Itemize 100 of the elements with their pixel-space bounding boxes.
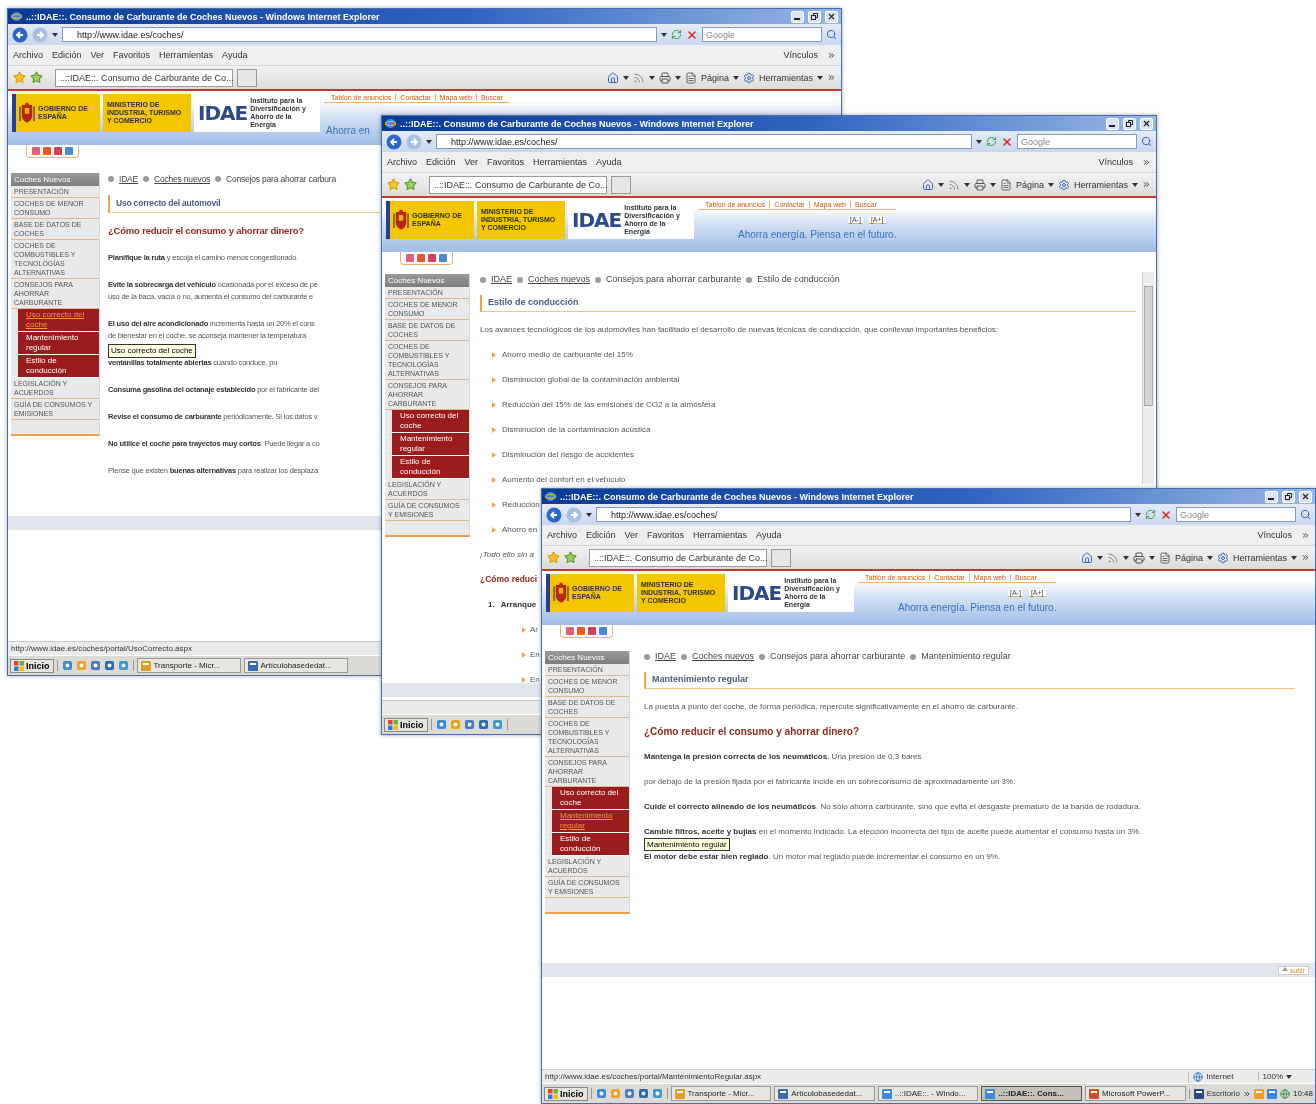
caret-icon[interactable] xyxy=(1148,555,1155,560)
quick-launch-icon[interactable] xyxy=(103,660,115,671)
address-field[interactable]: http://www.idae.es/coches/ xyxy=(62,27,657,42)
breadcrumb-item[interactable]: Consejos para ahorrar carburante xyxy=(606,274,742,285)
menu-item[interactable]: Edición xyxy=(586,530,616,540)
caret-icon[interactable] xyxy=(989,182,996,187)
caret-icon[interactable] xyxy=(1291,555,1297,560)
menu-item[interactable]: Edición xyxy=(426,157,456,167)
quick-launch-icon[interactable] xyxy=(435,719,447,730)
address-field[interactable]: http://www.idae.es/coches/ xyxy=(596,507,1131,522)
quick-launch-icon[interactable] xyxy=(89,660,101,671)
links-label[interactable]: Vínculos xyxy=(1098,157,1133,167)
caret-icon[interactable] xyxy=(622,75,629,80)
search-field[interactable]: Google xyxy=(1176,507,1296,522)
links-label[interactable]: Vínculos xyxy=(783,50,818,60)
address-field[interactable]: http://www.idae.es/coches/ xyxy=(436,134,972,149)
breadcrumb-link[interactable]: IDAE xyxy=(655,651,676,662)
sidebar-subitem[interactable]: Mantenimiento regular xyxy=(392,433,469,456)
breadcrumb-link[interactable]: IDAE xyxy=(119,173,139,185)
restore-button[interactable] xyxy=(1282,490,1295,503)
back-icon[interactable] xyxy=(546,506,562,523)
search-icon[interactable] xyxy=(1141,136,1152,147)
breadcrumb-link[interactable]: IDAE xyxy=(491,274,512,285)
caret-icon[interactable] xyxy=(426,139,432,144)
caret-icon[interactable] xyxy=(674,75,681,80)
new-tab-button[interactable] xyxy=(771,548,791,567)
menu-item[interactable]: Ayuda xyxy=(756,530,782,540)
caret-icon[interactable] xyxy=(1047,182,1054,187)
start-button[interactable]: Inicio xyxy=(10,658,54,673)
breadcrumb-item[interactable]: Mantenimiento regular xyxy=(921,651,1011,662)
print-icon[interactable] xyxy=(1132,551,1145,564)
add-favorite-icon[interactable] xyxy=(564,551,577,564)
caret-icon[interactable] xyxy=(1122,555,1129,560)
taskbar-item[interactable]: Microsoft PowerP... xyxy=(1085,1086,1186,1101)
breadcrumb-link[interactable]: Coches nuevos xyxy=(528,274,591,285)
sidebar-subitem[interactable]: Uso correcto del coche xyxy=(552,787,629,810)
favorites-star-icon[interactable] xyxy=(387,178,400,191)
refresh-icon[interactable] xyxy=(671,29,682,40)
sidebar-subitem[interactable]: Estilo de conducción xyxy=(18,355,99,378)
menu-item[interactable]: Herramientas xyxy=(533,157,588,167)
menu-item[interactable]: Ver xyxy=(624,530,639,540)
search-field[interactable]: Google xyxy=(1017,134,1137,149)
menu-item[interactable]: Herramientas xyxy=(159,50,214,60)
browser-tab[interactable]: ..::IDAE::. Consumo de Carburante de Co... xyxy=(55,68,233,87)
search-icon[interactable] xyxy=(1300,509,1311,520)
restore-button[interactable] xyxy=(808,10,821,23)
minimize-button[interactable] xyxy=(791,10,804,23)
home-icon[interactable] xyxy=(1080,551,1093,564)
quick-launch-icon[interactable] xyxy=(623,1088,635,1099)
caret-icon[interactable] xyxy=(661,32,667,37)
menu-item[interactable]: Ver xyxy=(90,50,105,60)
taskbar-item[interactable]: Transporte - Micr... xyxy=(670,1086,772,1101)
favorites-star-icon[interactable] xyxy=(13,71,26,84)
caret-icon[interactable] xyxy=(817,75,823,80)
home-icon[interactable] xyxy=(606,71,619,84)
more-icon[interactable] xyxy=(827,50,836,60)
scrollbar[interactable] xyxy=(1142,272,1154,484)
new-tab-button[interactable] xyxy=(611,175,631,194)
taskbar-item[interactable]: Artículobasededat... xyxy=(774,1086,875,1101)
back-icon[interactable] xyxy=(12,26,28,43)
close-button[interactable] xyxy=(1140,117,1153,130)
more-icon[interactable] xyxy=(1301,553,1310,562)
sidebar-subitem[interactable]: Mantenimiento regular xyxy=(552,810,629,833)
sidebar-subitem[interactable]: Estilo de conducción xyxy=(552,833,629,856)
restore-button[interactable] xyxy=(1123,117,1136,130)
caret-icon[interactable] xyxy=(52,32,58,37)
quick-launch-icon[interactable] xyxy=(491,719,503,730)
command-menu[interactable]: Herramientas xyxy=(1073,179,1128,190)
quick-launch-icon[interactable] xyxy=(463,719,475,730)
add-favorite-icon[interactable] xyxy=(30,71,43,84)
menu-item[interactable]: Ver xyxy=(464,157,479,167)
more-icon[interactable] xyxy=(1301,530,1310,540)
menu-item[interactable]: Favoritos xyxy=(113,50,151,60)
close-button[interactable] xyxy=(1299,490,1312,503)
taskbar-item[interactable]: Transporte - Micr... xyxy=(136,658,241,673)
caret-icon[interactable] xyxy=(1286,1074,1292,1079)
minimize-button[interactable] xyxy=(1106,117,1119,130)
breadcrumb-item[interactable]: Estilo de conducción xyxy=(757,274,840,285)
command-menu[interactable]: Herramientas xyxy=(1232,552,1287,563)
caret-icon[interactable] xyxy=(1135,512,1141,517)
menu-item[interactable]: Herramientas xyxy=(693,530,748,540)
quick-launch-icon[interactable] xyxy=(651,1088,663,1099)
menu-item[interactable]: Ayuda xyxy=(222,50,248,60)
caret-icon[interactable] xyxy=(732,75,739,80)
browser-tab[interactable]: ..::IDAE::. Consumo de Carburante de Co... xyxy=(429,175,607,194)
command-menu[interactable]: Herramientas xyxy=(758,72,813,83)
quick-launch-icon[interactable] xyxy=(595,1088,607,1099)
print-icon[interactable] xyxy=(973,178,986,191)
links-label[interactable]: Vínculos xyxy=(1257,530,1292,540)
close-button[interactable] xyxy=(825,10,838,23)
menu-item[interactable]: Archivo xyxy=(13,50,43,60)
print-icon[interactable] xyxy=(658,71,671,84)
sidebar-subitem[interactable]: Uso correcto del coche xyxy=(392,410,469,433)
caret-icon[interactable] xyxy=(1206,555,1213,560)
menu-item[interactable]: Favoritos xyxy=(647,530,685,540)
quick-launch-icon[interactable] xyxy=(477,719,489,730)
home-icon[interactable] xyxy=(921,178,934,191)
stop-icon[interactable] xyxy=(1160,508,1172,521)
caret-icon[interactable] xyxy=(963,182,970,187)
quick-launch-icon[interactable] xyxy=(61,660,73,671)
